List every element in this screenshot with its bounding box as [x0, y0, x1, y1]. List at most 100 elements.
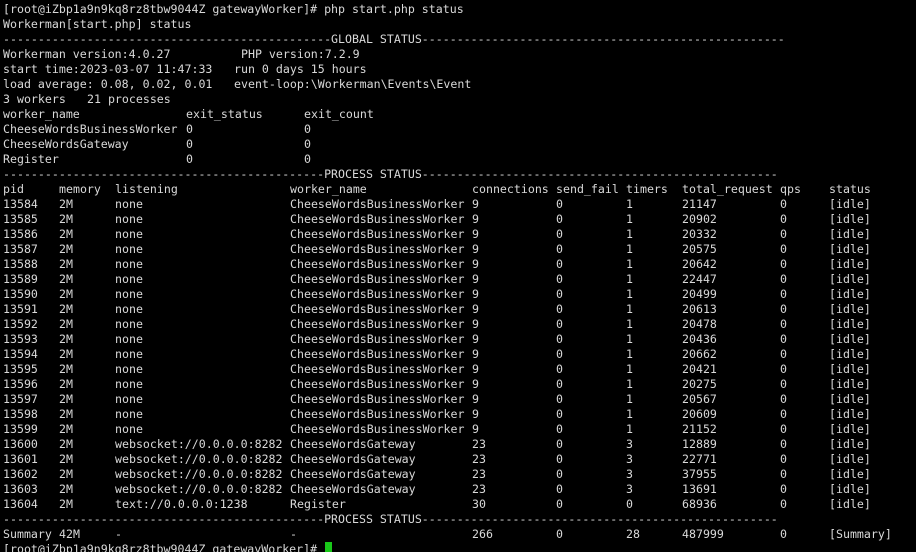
process-row: 13599 2M none CheeseWordsBusinessWorker 9 0 1 2…	[3, 422, 916, 437]
cell: 13592	[3, 317, 38, 331]
cell: 2M	[59, 422, 73, 436]
cell: 0	[780, 497, 787, 511]
cell: 20275	[682, 377, 717, 391]
cell: CheeseWordsBusinessWorker	[290, 347, 465, 361]
cell: 2M	[59, 377, 73, 391]
cell: 1	[626, 227, 633, 241]
cell: 37955	[682, 467, 717, 481]
cell: none	[115, 272, 143, 286]
cell: 13597	[3, 392, 38, 406]
cell: CheeseWordsGateway	[3, 137, 129, 151]
cell: 1	[626, 317, 633, 331]
cell: CheeseWordsBusinessWorker	[290, 407, 465, 421]
cell: 2M	[59, 467, 73, 481]
cell: 2M	[59, 407, 73, 421]
cell: 0	[556, 422, 563, 436]
final-prompt-line[interactable]: [root@iZbp1a9n9kq8rz8tbw9044Z gatewayWor…	[3, 542, 916, 552]
cell: 9	[472, 347, 479, 361]
cell: 3	[626, 467, 633, 481]
cell: none	[115, 287, 143, 301]
cell: [idle]	[829, 272, 871, 286]
cell: 1	[626, 392, 633, 406]
cell: 23	[472, 467, 486, 481]
cell: websocket://0.0.0.0:8282	[115, 467, 283, 481]
worker-table: worker_name exit_status exit_count CheeseWo…	[3, 107, 916, 167]
cell: 2M	[59, 362, 73, 376]
cell: 0	[556, 272, 563, 286]
terminal-window[interactable]: [root@iZbp1a9n9kq8rz8tbw9044Z gatewayWor…	[0, 0, 916, 552]
cell: 20575	[682, 242, 717, 256]
process-row: 13596 2M none CheeseWordsBusinessWorker 9 0 1 2…	[3, 377, 916, 392]
cell: 13601	[3, 452, 38, 466]
cell: 68936	[682, 497, 717, 511]
cell: 13595	[3, 362, 38, 376]
cell: 0	[556, 317, 563, 331]
process-row: 13591 2M none CheeseWordsBusinessWorker 9 0 1 2…	[3, 302, 916, 317]
cell: 9	[472, 272, 479, 286]
process-row: 13603 2M websocket://0.0.0.0:8282 CheeseWor…	[3, 482, 916, 497]
cell: [idle]	[829, 212, 871, 226]
cell: 0	[780, 227, 787, 241]
cell: 20436	[682, 332, 717, 346]
cell: 13589	[3, 272, 38, 286]
process-row: 13602 2M websocket://0.0.0.0:8282 CheeseWor…	[3, 467, 916, 482]
cell: 20332	[682, 227, 717, 241]
cell: 9	[472, 257, 479, 271]
cell: 0	[556, 362, 563, 376]
cell: 0	[556, 377, 563, 391]
cell: 0	[780, 362, 787, 376]
cell: 13590	[3, 287, 38, 301]
cell: exit_count	[304, 107, 374, 121]
load-line: load average: 0.08, 0.02, 0.01 event-loo…	[3, 77, 916, 92]
cell: pid	[3, 182, 24, 196]
cell: 13593	[3, 332, 38, 346]
cell: listening	[115, 182, 178, 196]
cell: 1	[626, 362, 633, 376]
cell: websocket://0.0.0.0:8282	[115, 452, 283, 466]
global-status-divider: ----------------------------------------…	[3, 32, 785, 46]
cell: 2M	[59, 482, 73, 496]
cell: 0	[556, 497, 563, 511]
cell: CheeseWordsBusinessWorker	[290, 377, 465, 391]
terminal-cursor	[325, 542, 333, 552]
cell: 0	[556, 212, 563, 226]
cell: 9	[472, 377, 479, 391]
cell: 9	[472, 287, 479, 301]
cell: 0	[556, 392, 563, 406]
cell: [idle]	[829, 362, 871, 376]
cell: [idle]	[829, 482, 871, 496]
cell: 0	[556, 467, 563, 481]
cell: 0	[780, 287, 787, 301]
summary-cell: 28	[626, 527, 640, 541]
cell: none	[115, 392, 143, 406]
cell: 1	[626, 272, 633, 286]
cell: none	[115, 407, 143, 421]
cell: 0	[556, 407, 563, 421]
cell: [idle]	[829, 227, 871, 241]
cell: CheeseWordsBusinessWorker	[290, 287, 465, 301]
cell: 9	[472, 392, 479, 406]
cell: none	[115, 257, 143, 271]
cell: 13591	[3, 302, 38, 316]
cell: connections	[472, 182, 549, 196]
cell: 30	[472, 497, 486, 511]
cell: 13602	[3, 467, 38, 481]
cell: 13585	[3, 212, 38, 226]
cell: 21147	[682, 197, 717, 211]
counts-line: 3 workers 21 processes	[3, 92, 916, 107]
cell: 0	[304, 137, 311, 151]
cell: 2M	[59, 257, 73, 271]
cell: 2M	[59, 242, 73, 256]
cell: 0	[556, 197, 563, 211]
process-row: 13593 2M none CheeseWordsBusinessWorker 9 0 1 2…	[3, 332, 916, 347]
cell: [idle]	[829, 437, 871, 451]
cell: 13603	[3, 482, 38, 496]
process-table-header: pid memory listening worker_name connections…	[3, 182, 916, 197]
version-line: Workerman version:4.0.27 PHP version:7.2…	[3, 47, 916, 62]
load-average: load average: 0.08, 0.02, 0.01	[3, 77, 213, 91]
cell: 1	[626, 212, 633, 226]
worker-row: Register 0 0	[3, 152, 916, 167]
cell: qps	[780, 182, 801, 196]
cell: none	[115, 362, 143, 376]
cell: 0	[556, 332, 563, 346]
